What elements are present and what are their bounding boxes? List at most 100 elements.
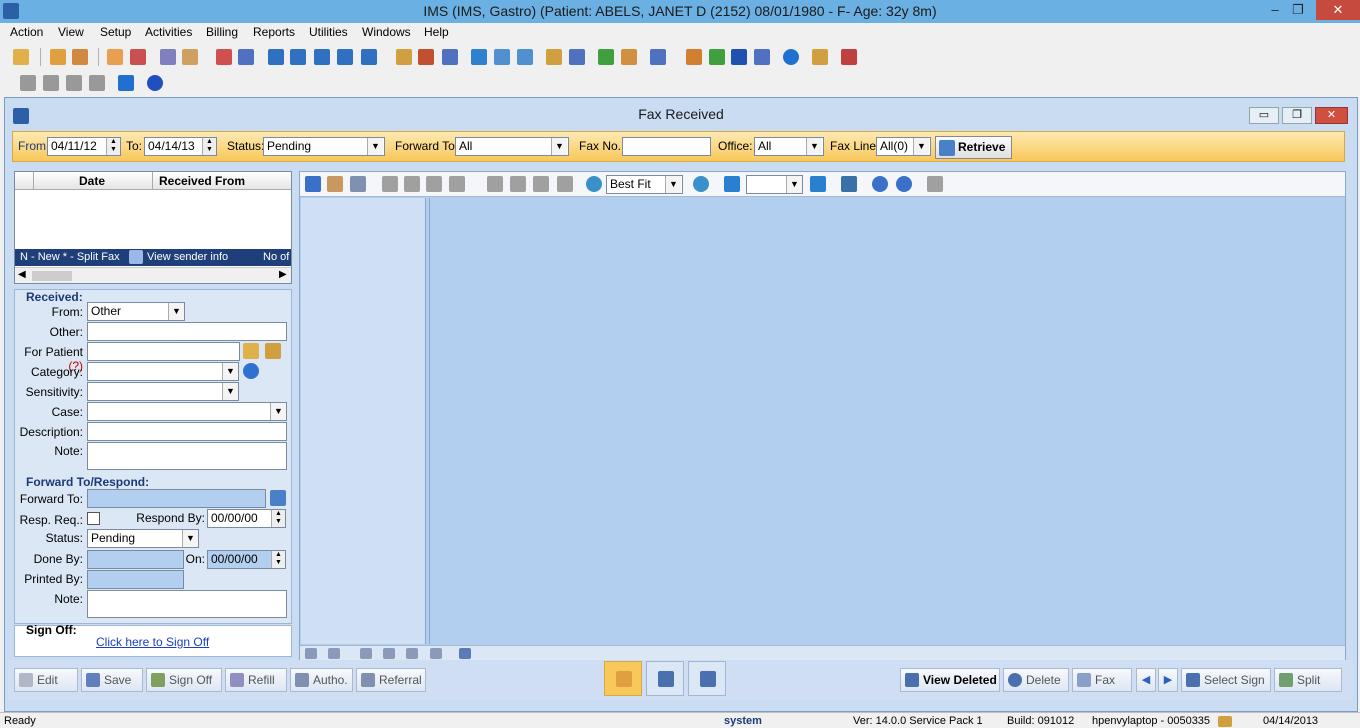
stretch-width-icon[interactable] [383, 648, 395, 659]
select-icon[interactable] [305, 176, 321, 192]
view-mode-detail-button[interactable] [688, 661, 726, 696]
next-fax-button[interactable]: ▶ [1158, 668, 1178, 692]
tools-icon[interactable] [418, 49, 434, 65]
refill-button[interactable]: Refill [225, 668, 287, 692]
status-dropdown[interactable]: ▼ [182, 530, 198, 547]
signature-icon[interactable] [487, 176, 503, 192]
folder-icon[interactable] [107, 49, 123, 65]
group-icon[interactable] [314, 49, 330, 65]
fill-icon[interactable] [557, 176, 573, 192]
lock-icon[interactable] [812, 49, 828, 65]
sensitivity-select[interactable] [87, 382, 239, 401]
crop-icon[interactable] [927, 176, 943, 192]
menu-setup[interactable]: Setup [100, 25, 131, 39]
received-from-dropdown[interactable]: ▼ [168, 303, 184, 320]
patient-search-icon[interactable] [243, 343, 259, 359]
menu-activities[interactable]: Activities [145, 25, 192, 39]
grid-col-received-from[interactable]: Received From [159, 174, 245, 188]
signoff-link[interactable]: Click here to Sign Off [96, 635, 209, 649]
zoom-in-icon[interactable] [586, 176, 602, 192]
cancel-icon[interactable] [147, 75, 163, 91]
referral-button[interactable]: Referral [356, 668, 426, 692]
last-record-icon[interactable] [89, 75, 105, 91]
scroll-thumb[interactable] [32, 271, 72, 281]
fax-button[interactable]: Fax [1072, 668, 1132, 692]
printed-by-input[interactable] [87, 570, 184, 589]
fullscreen-icon[interactable] [430, 648, 442, 659]
exit-icon[interactable] [841, 49, 857, 65]
menu-billing[interactable]: Billing [206, 25, 238, 39]
prev-page-icon[interactable] [724, 176, 740, 192]
pen-icon[interactable] [382, 176, 398, 192]
restore-button[interactable]: ❐ [1283, 0, 1313, 20]
view-mode-list-button[interactable] [604, 661, 642, 696]
respond-by-spinner[interactable]: ▲ ▼ [271, 510, 285, 527]
arrow-icon[interactable] [471, 49, 487, 65]
inbox-icon[interactable] [517, 49, 533, 65]
next-record-icon[interactable] [66, 75, 82, 91]
autho-button[interactable]: Autho. [290, 668, 353, 692]
status-filter-dropdown[interactable]: ▼ [367, 138, 383, 155]
done-by-input[interactable] [87, 550, 184, 569]
rotate-left-icon[interactable] [872, 176, 888, 192]
building-icon[interactable] [650, 49, 666, 65]
grid-col-date[interactable]: Date [79, 174, 105, 188]
actual-size-icon[interactable] [360, 648, 372, 659]
print-icon[interactable] [459, 648, 471, 659]
edit-button[interactable]: Edit [14, 668, 78, 692]
network-icon[interactable] [361, 49, 377, 65]
other-input[interactable] [87, 322, 287, 341]
word-icon[interactable] [731, 49, 747, 65]
menu-windows[interactable]: Windows [362, 25, 411, 39]
lab-icon[interactable] [182, 49, 198, 65]
patient-icon[interactable] [13, 49, 29, 65]
lock-folder-icon[interactable] [546, 49, 562, 65]
sync-icon[interactable] [290, 49, 306, 65]
category-add-icon[interactable] [243, 363, 259, 379]
child-close-button[interactable]: ✕ [1315, 107, 1348, 124]
retrieve-button[interactable]: Retrieve [935, 136, 1012, 159]
view-sender-info-link[interactable]: View sender info [147, 251, 228, 263]
scroll-right-icon[interactable]: ▶ [279, 269, 287, 280]
rx-icon[interactable] [160, 49, 176, 65]
split-button[interactable]: Split [1274, 668, 1342, 692]
delete-button[interactable]: Delete [1003, 668, 1069, 692]
description-input[interactable] [87, 422, 287, 441]
scroll-left-icon[interactable]: ◀ [18, 269, 26, 280]
eraser-icon[interactable] [404, 176, 420, 192]
select-sign-button[interactable]: Select Sign [1181, 668, 1271, 692]
zoom-out-icon[interactable] [693, 176, 709, 192]
page-view[interactable] [429, 198, 1345, 644]
scan-icon[interactable] [841, 176, 857, 192]
view-deleted-button[interactable]: View Deleted [900, 668, 1000, 692]
child-restore-button[interactable]: ❐ [1282, 107, 1312, 124]
menu-help[interactable]: Help [424, 25, 449, 39]
zoom-rect-icon[interactable] [350, 176, 366, 192]
patient-add-icon[interactable] [265, 343, 281, 359]
refresh-icon[interactable] [709, 49, 725, 65]
menu-action[interactable]: Action [10, 25, 43, 39]
case-select[interactable] [87, 402, 287, 421]
help-icon[interactable] [783, 49, 799, 65]
reload-icon[interactable] [118, 75, 134, 91]
note-input[interactable] [87, 442, 287, 470]
patient-input[interactable] [87, 342, 240, 361]
menu-reports[interactable]: Reports [253, 25, 295, 39]
image-icon[interactable] [449, 176, 465, 192]
close-button[interactable]: ✕ [1316, 0, 1360, 20]
sign-off-button[interactable]: Sign Off [146, 668, 222, 692]
sensitivity-dropdown[interactable]: ▼ [222, 383, 238, 400]
calendar-icon[interactable] [396, 49, 412, 65]
case-dropdown[interactable]: ▼ [270, 403, 286, 420]
zoom-dropdown[interactable]: ▼ [665, 176, 681, 193]
forward-to-input[interactable] [87, 489, 266, 508]
forward-note-input[interactable] [87, 590, 287, 618]
letter-icon[interactable] [238, 49, 254, 65]
menu-view[interactable]: View [58, 25, 84, 39]
exchange-icon[interactable] [337, 49, 353, 65]
rect-icon[interactable] [533, 176, 549, 192]
prev-fax-button[interactable]: ◀ [1136, 668, 1156, 692]
rotate-right-icon[interactable] [896, 176, 912, 192]
grid-hscrollbar[interactable]: ◀ ▶ [15, 267, 291, 283]
on-date-spinner[interactable]: ▲ ▼ [271, 551, 285, 568]
